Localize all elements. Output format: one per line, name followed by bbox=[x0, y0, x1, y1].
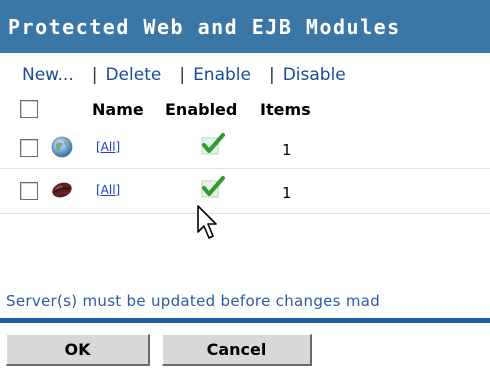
enable-link[interactable]: Enable bbox=[193, 65, 251, 85]
column-header-name: Name bbox=[92, 99, 144, 119]
row-checkbox[interactable] bbox=[20, 182, 38, 200]
toolbar-separator: | bbox=[179, 65, 186, 85]
row-name-link[interactable]: [All] bbox=[96, 140, 120, 154]
page-title: Protected Web and EJB Modules bbox=[0, 0, 490, 53]
table-row: [All] 1 bbox=[0, 172, 490, 210]
select-all-checkbox[interactable] bbox=[20, 100, 38, 118]
row-divider bbox=[0, 168, 490, 169]
disable-link[interactable]: Disable bbox=[283, 65, 346, 85]
column-header-enabled: Enabled bbox=[165, 99, 238, 119]
enabled-check-icon bbox=[201, 176, 225, 198]
footer-divider bbox=[0, 318, 490, 323]
row-checkbox[interactable] bbox=[20, 139, 38, 157]
table-row: [All] 1 bbox=[0, 129, 490, 167]
coffee-bean-icon bbox=[52, 182, 72, 198]
column-header-items: Items bbox=[260, 99, 311, 119]
globe-icon bbox=[51, 136, 73, 158]
delete-link[interactable]: Delete bbox=[105, 65, 161, 85]
toolbar: New... | Delete | Enable | Disable bbox=[0, 63, 490, 87]
toolbar-separator: | bbox=[268, 65, 275, 85]
table-header: Name Enabled Items bbox=[0, 95, 490, 123]
cancel-button[interactable]: Cancel bbox=[162, 334, 312, 366]
new-link[interactable]: New... bbox=[22, 65, 74, 85]
enabled-check-icon bbox=[201, 133, 225, 155]
row-divider bbox=[0, 213, 490, 214]
row-name-link[interactable]: [All] bbox=[96, 183, 120, 197]
row-items-count: 1 bbox=[282, 184, 292, 202]
status-message: Server(s) must be updated before changes… bbox=[6, 292, 381, 310]
toolbar-separator: | bbox=[91, 65, 98, 85]
row-items-count: 1 bbox=[282, 141, 292, 159]
mouse-pointer-icon bbox=[197, 205, 217, 239]
page-title-text: Protected Web and EJB Modules bbox=[8, 14, 401, 39]
ok-button[interactable]: OK bbox=[6, 334, 150, 366]
